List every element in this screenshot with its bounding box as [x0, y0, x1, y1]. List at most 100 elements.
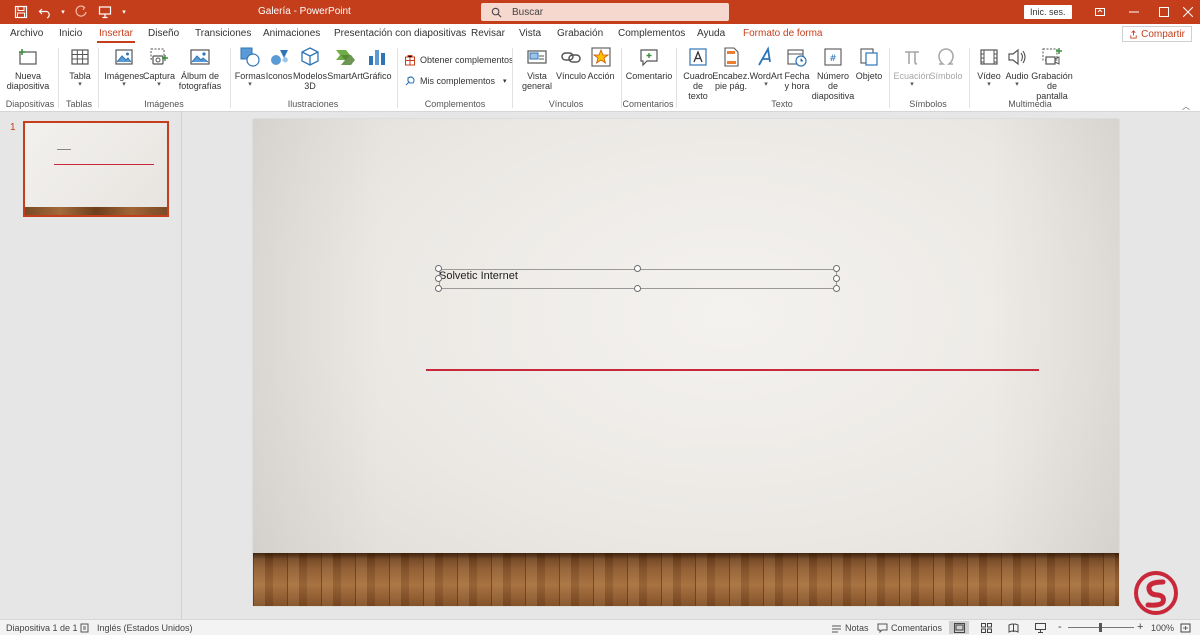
wall-background	[253, 119, 1119, 606]
save-button[interactable]	[10, 2, 32, 22]
tab-transiciones[interactable]: Transiciones	[195, 28, 251, 39]
resize-handle-top[interactable]	[634, 265, 641, 272]
fit-to-window-icon	[1180, 623, 1191, 633]
fit-slide-button[interactable]	[1180, 623, 1191, 633]
tab-insertar[interactable]: Insertar	[97, 28, 135, 43]
resize-handle-left[interactable]	[435, 275, 442, 282]
zoom-summary-icon	[527, 50, 547, 64]
tab-grabacion[interactable]: Grabación	[557, 28, 603, 39]
screen-recording-label-2: de pantalla	[1036, 81, 1068, 101]
tab-diseno[interactable]: Diseño	[148, 28, 179, 39]
zoom-level[interactable]: 100%	[1151, 623, 1174, 633]
action-button[interactable]: Acción	[587, 46, 615, 81]
slide-number-icon: #	[824, 48, 842, 66]
symbol-label: Símbolo	[929, 71, 963, 81]
images-button[interactable]: Imágenes ▾	[104, 46, 144, 89]
tab-presentacion[interactable]: Presentación con diapositivas	[334, 28, 466, 39]
wordart-button[interactable]: WordArt ▾	[749, 46, 783, 89]
new-slide-icon	[19, 49, 37, 65]
resize-handle-bottom-left[interactable]	[435, 285, 442, 292]
icons-label: Iconos	[265, 71, 293, 81]
tab-archivo[interactable]: Archivo	[10, 28, 43, 39]
collapse-ribbon-icon[interactable]: ︿	[1182, 101, 1190, 112]
slide-thumbnail[interactable]	[23, 121, 169, 217]
object-button[interactable]: Objeto	[855, 46, 883, 81]
tab-complementos[interactable]: Complementos	[618, 28, 685, 39]
slide-sorter-button[interactable]	[976, 621, 996, 634]
text-box-icon	[689, 48, 707, 66]
tab-formato-de-forma[interactable]: Formato de forma	[743, 28, 822, 39]
redo-button[interactable]	[70, 2, 92, 22]
chart-icon	[369, 50, 385, 65]
screen-recording-button[interactable]: Grabación de pantalla	[1031, 46, 1073, 101]
get-addins-button[interactable]: Obtener complementos	[404, 54, 514, 66]
my-addins-button[interactable]: Mis complementos ▾	[404, 75, 507, 87]
resize-handle-bottom-right[interactable]	[833, 285, 840, 292]
resize-handle-bottom[interactable]	[634, 285, 641, 292]
tab-vista[interactable]: Vista	[519, 28, 541, 39]
notes-button[interactable]: Notas	[831, 623, 869, 633]
table-button[interactable]: Tabla ▾	[66, 46, 94, 89]
save-icon	[14, 5, 28, 19]
new-slide-button[interactable]: Nueva diapositiva	[7, 46, 49, 91]
tab-ayuda[interactable]: Ayuda	[697, 28, 725, 39]
search-placeholder: Buscar	[512, 6, 544, 18]
red-divider-line[interactable]	[426, 369, 1039, 371]
chart-button[interactable]: Gráfico	[363, 46, 392, 81]
zoom-button[interactable]: Vista general	[519, 46, 555, 91]
sign-in-button[interactable]: Inic. ses.	[1024, 5, 1072, 19]
present-button[interactable]	[94, 2, 116, 22]
smartart-button[interactable]: SmartArt	[327, 46, 363, 81]
icons-button[interactable]: Iconos	[265, 46, 293, 81]
tab-revisar[interactable]: Revisar	[471, 28, 505, 39]
share-button[interactable]: Compartir	[1122, 26, 1192, 42]
resize-handle-right[interactable]	[833, 275, 840, 282]
link-icon	[561, 52, 581, 63]
shapes-icon	[240, 47, 260, 67]
equation-button[interactable]: Ecuación ▾	[893, 46, 931, 89]
tab-inicio[interactable]: Inicio	[59, 28, 82, 39]
link-button[interactable]: Vínculo	[555, 46, 587, 81]
shapes-button[interactable]: Formas ▾	[234, 46, 266, 89]
slide-number-button[interactable]: # Número de diapositiva	[811, 46, 855, 101]
comment-button[interactable]: Comentario	[626, 46, 672, 81]
slide-canvas[interactable]: Solvetic Internet	[253, 119, 1119, 606]
reading-view-button[interactable]	[1003, 621, 1023, 634]
normal-view-button[interactable]	[949, 621, 969, 634]
zoom-in-button[interactable]: +	[1137, 621, 1143, 633]
zoom-out-button[interactable]: -	[1058, 621, 1062, 633]
header-footer-button[interactable]: Encabez. pie pág.	[712, 46, 750, 91]
ribbon-display-button[interactable]	[1082, 0, 1118, 24]
resize-handle-top-right[interactable]	[833, 265, 840, 272]
screenshot-button[interactable]: Captura ▾	[142, 46, 176, 89]
language-indicator[interactable]: Inglés (Estados Unidos)	[80, 623, 193, 633]
3d-models-button[interactable]: Modelos 3D	[293, 46, 327, 91]
text-box-content[interactable]: Solvetic Internet	[439, 270, 518, 282]
omega-icon	[938, 48, 954, 65]
tab-animaciones[interactable]: Animaciones	[263, 28, 320, 39]
photo-album-button[interactable]: Álbum de fotografías	[176, 46, 224, 91]
close-button[interactable]	[1170, 0, 1200, 24]
screenshot-label: Captura	[142, 71, 176, 81]
text-box-label-2: de texto	[688, 81, 708, 101]
comments-button[interactable]: Comentarios	[877, 623, 942, 633]
zoom-slider-thumb[interactable]	[1099, 623, 1102, 632]
group-label-complementos: Complementos	[424, 99, 486, 109]
comments-label: Comentarios	[891, 623, 943, 633]
smartart-icon	[336, 50, 355, 65]
customize-qat-button[interactable]: ▾	[118, 2, 130, 22]
search-box[interactable]: Buscar	[481, 3, 729, 21]
slideshow-button[interactable]	[1030, 621, 1050, 634]
undo-button[interactable]	[34, 2, 56, 22]
symbol-button[interactable]: Símbolo	[929, 46, 963, 81]
window-title: Galería - PowerPoint	[258, 6, 351, 17]
undo-dropdown[interactable]: ▾	[58, 2, 68, 22]
video-button[interactable]: Vídeo ▾	[975, 46, 1003, 89]
group-label-diapositivas: Diapositivas	[5, 99, 55, 109]
date-time-button[interactable]: Fecha y hora	[784, 46, 810, 91]
slide-number-label-1: Número de	[816, 71, 849, 91]
resize-handle-top-left[interactable]	[435, 265, 442, 272]
audio-button[interactable]: Audio ▾	[1004, 46, 1030, 89]
text-box-button[interactable]: Cuadro de texto	[682, 46, 714, 101]
redo-icon	[75, 5, 87, 17]
